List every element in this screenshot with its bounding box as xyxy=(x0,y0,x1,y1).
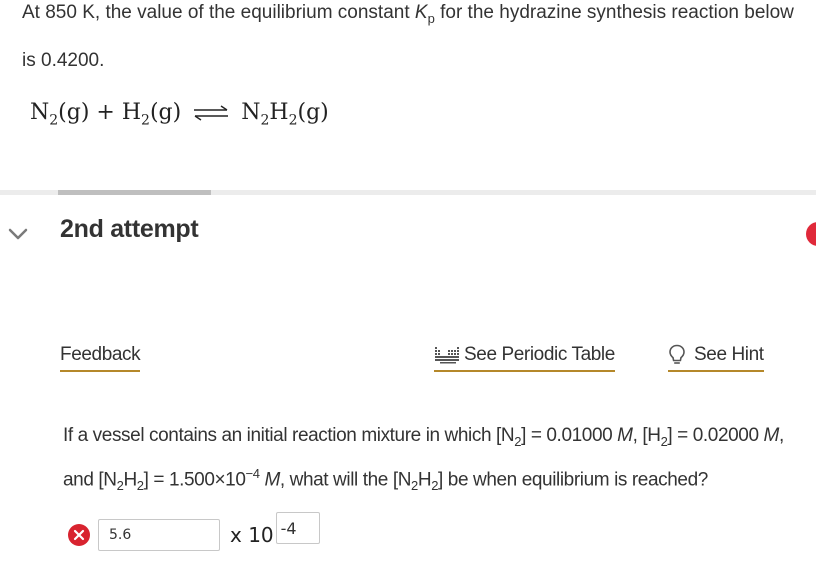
attempt-progress-indicator xyxy=(58,190,211,195)
answer-row: x 10 xyxy=(68,512,320,552)
hint-label: See Hint xyxy=(694,344,764,365)
hint-link[interactable]: See Hint xyxy=(668,344,764,372)
question-text: If a vessel contains an initial reaction… xyxy=(63,425,784,493)
incorrect-x-icon xyxy=(68,524,90,546)
equilibrium-arrow-icon xyxy=(194,105,229,121)
times-ten-label: x 10 xyxy=(230,523,274,547)
attempt-title: 2nd attempt xyxy=(60,215,199,243)
reaction-equation: N2(g) + H2(g) N2H2(g) xyxy=(30,100,329,129)
periodic-table-label: See Periodic Table xyxy=(464,344,615,365)
problem-intro: At 850 K, the value of the equilibrium c… xyxy=(22,0,802,82)
intro-text-1: At 850 K, the value of the equilibrium c… xyxy=(22,2,415,23)
notification-badge[interactable] xyxy=(806,222,816,246)
exponent-input[interactable] xyxy=(275,512,320,544)
chevron-down-icon[interactable] xyxy=(8,228,28,240)
periodic-table-icon xyxy=(435,347,459,364)
periodic-table-link[interactable]: See Periodic Table xyxy=(434,344,615,372)
lightbulb-icon xyxy=(669,344,685,364)
answer-input[interactable] xyxy=(98,519,220,551)
feedback-link[interactable]: Feedback xyxy=(60,344,141,372)
kp-symbol: Kp xyxy=(414,2,435,26)
